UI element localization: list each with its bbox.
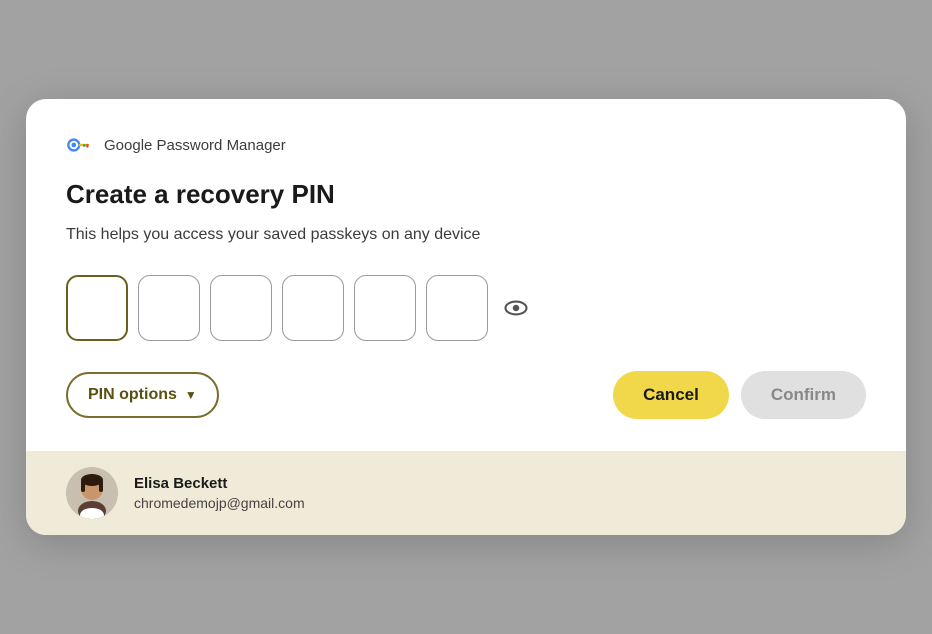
header-row: Google Password Manager <box>66 135 866 155</box>
chevron-down-icon: ▼ <box>185 388 197 402</box>
actions-row: PIN options ▼ Cancel Confirm <box>66 371 866 419</box>
pin-box-4[interactable] <box>282 275 344 341</box>
account-info: Elisa Beckett chromedemojp@gmail.com <box>134 475 305 511</box>
pin-input-row <box>66 275 866 341</box>
toggle-visibility-icon[interactable] <box>502 294 530 322</box>
cancel-button[interactable]: Cancel <box>613 371 729 419</box>
pin-box-2[interactable] <box>138 275 200 341</box>
key-icon <box>66 135 94 155</box>
account-bar: Elisa Beckett chromedemojp@gmail.com <box>26 451 906 535</box>
pin-options-label: PIN options <box>88 386 177 404</box>
avatar <box>66 467 118 519</box>
account-name: Elisa Beckett <box>134 475 305 492</box>
pin-box-5[interactable] <box>354 275 416 341</box>
confirm-button[interactable]: Confirm <box>741 371 866 419</box>
pin-options-button[interactable]: PIN options ▼ <box>66 372 219 418</box>
header-app-name: Google Password Manager <box>104 137 286 154</box>
pin-box-3[interactable] <box>210 275 272 341</box>
dialog-body: Google Password Manager Create a recover… <box>26 99 906 451</box>
pin-box-1[interactable] <box>66 275 128 341</box>
dialog: Google Password Manager Create a recover… <box>26 99 906 535</box>
dialog-subtitle: This helps you access your saved passkey… <box>66 224 866 246</box>
account-email: chromedemojp@gmail.com <box>134 495 305 511</box>
pin-box-6[interactable] <box>426 275 488 341</box>
right-buttons: Cancel Confirm <box>613 371 866 419</box>
dialog-title: Create a recovery PIN <box>66 179 866 210</box>
